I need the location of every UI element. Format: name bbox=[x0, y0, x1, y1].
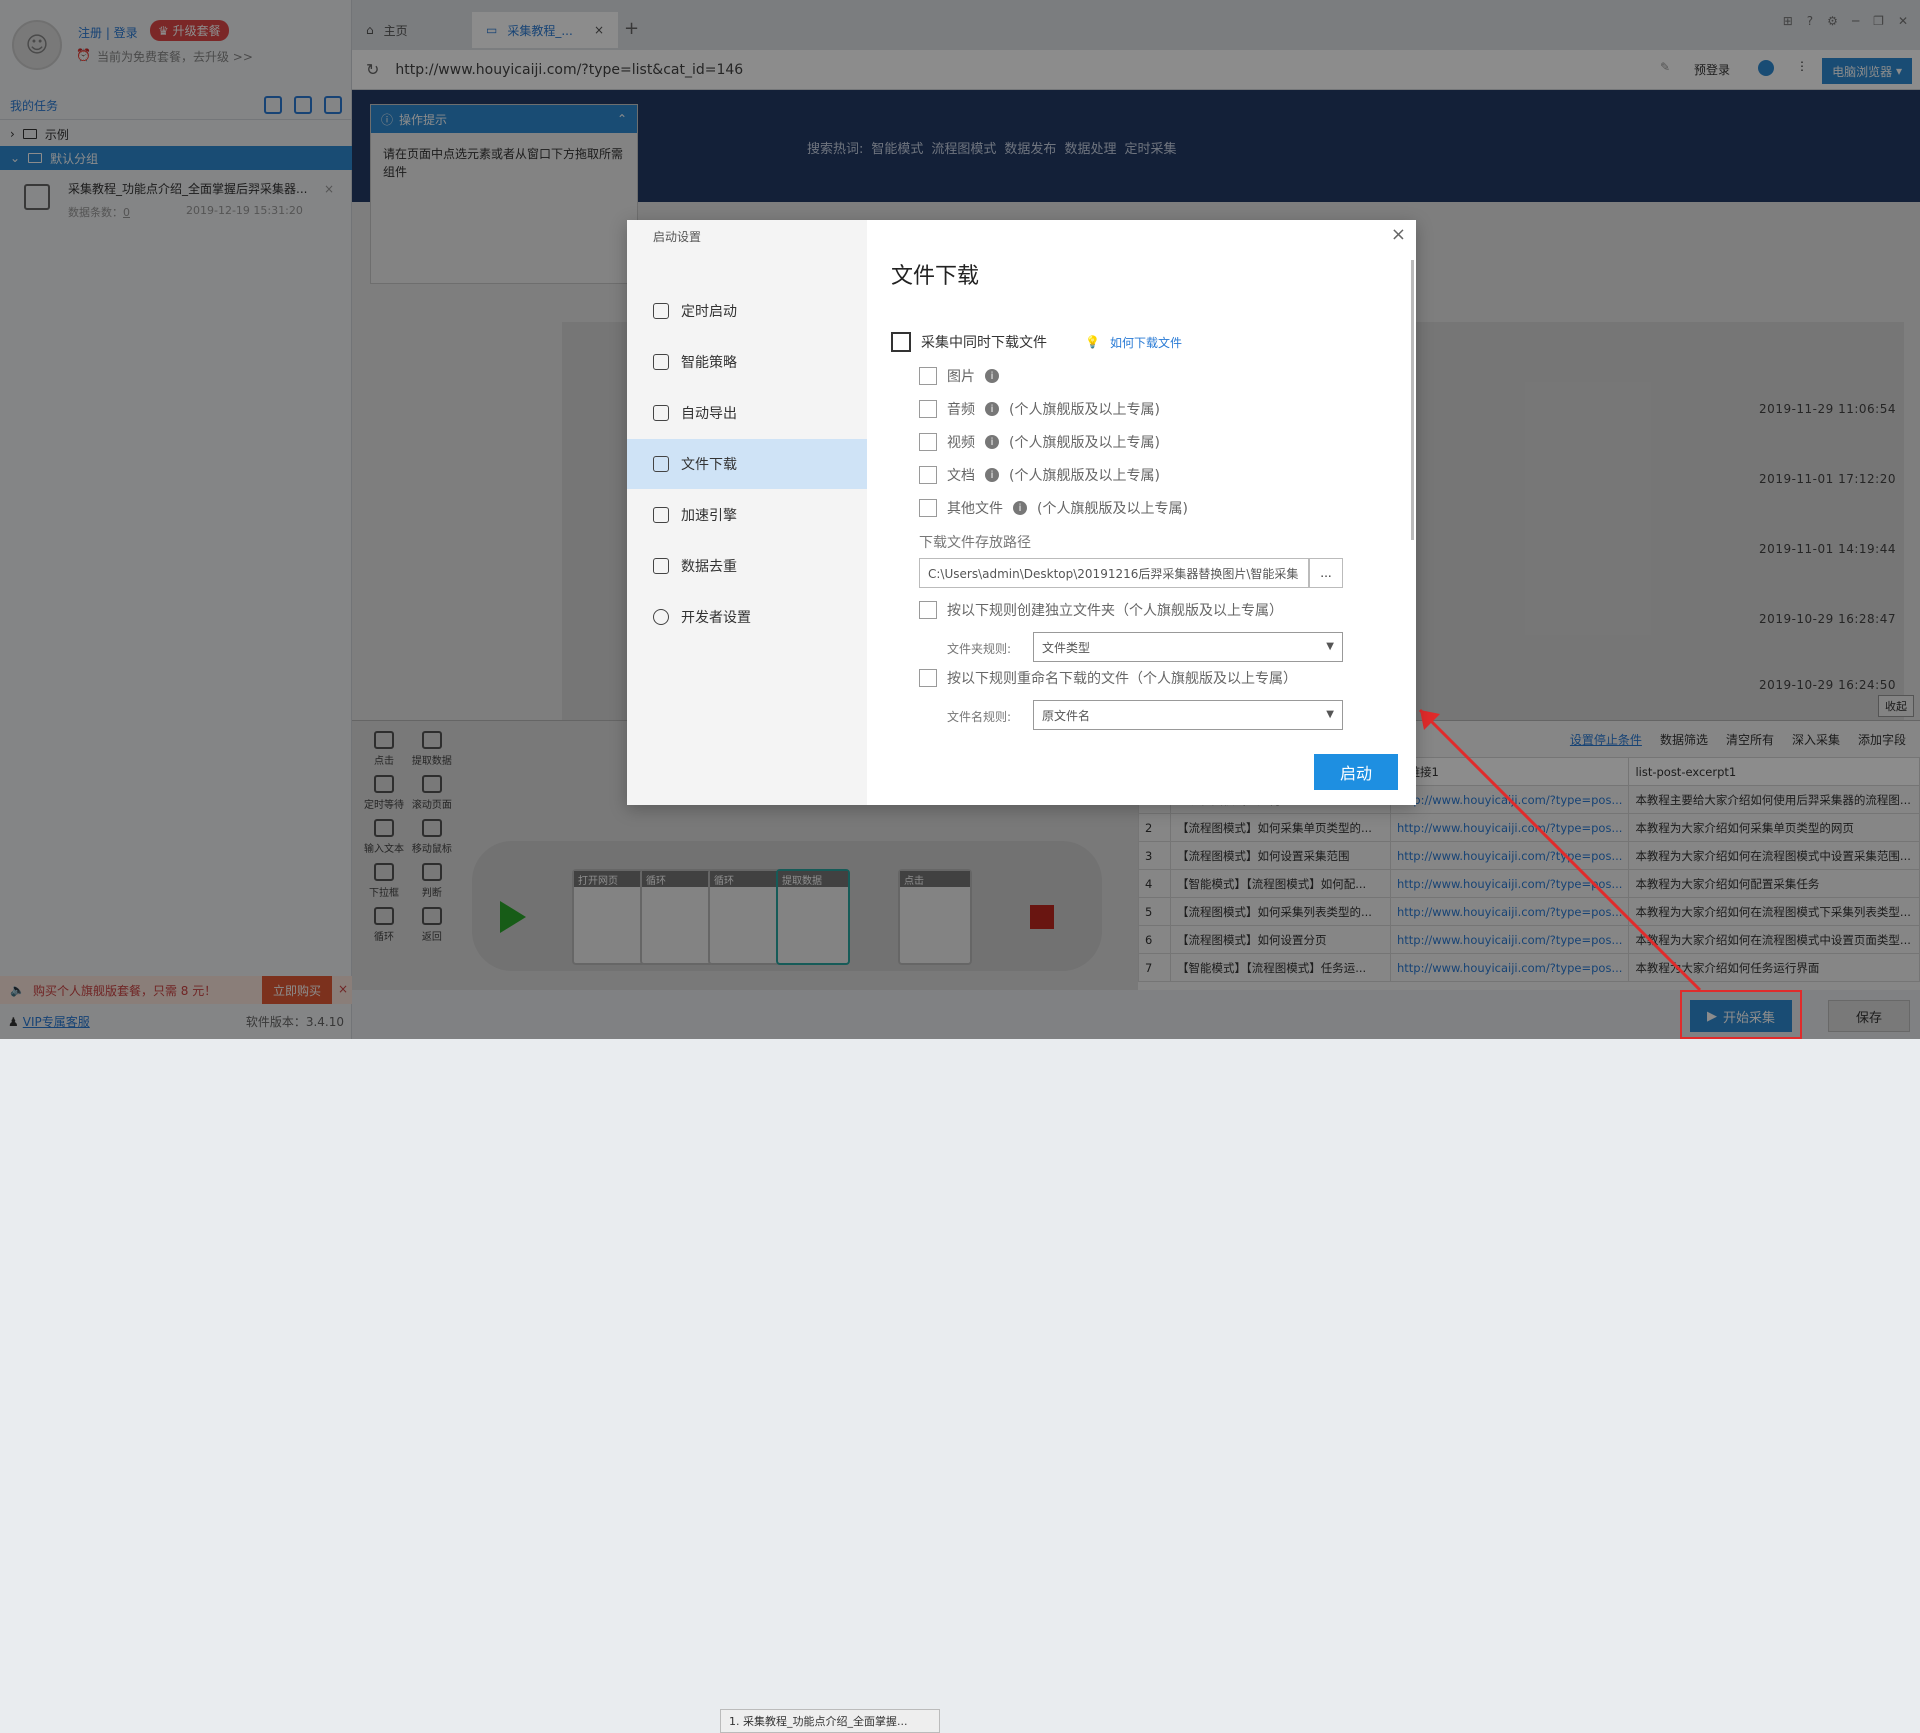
nav-smart-strategy[interactable]: 智能策略 bbox=[627, 337, 867, 387]
bulb-icon: 💡 bbox=[1085, 335, 1100, 349]
checkbox[interactable] bbox=[919, 466, 937, 484]
type-document-option[interactable]: 文档 i (个人旗舰版及以上专属) bbox=[919, 465, 1160, 485]
nav-dedupe[interactable]: 数据去重 bbox=[627, 541, 867, 591]
settings-content: × 文件下载 采集中同时下载文件 💡 如何下载文件 图片 i 音频 i (个人旗舰版及… bbox=[867, 220, 1416, 805]
strategy-icon bbox=[653, 354, 669, 370]
launch-button[interactable]: 启动 bbox=[1314, 754, 1398, 790]
checkbox[interactable] bbox=[919, 499, 937, 517]
export-icon bbox=[653, 405, 669, 421]
nav-label: 智能策略 bbox=[681, 355, 737, 371]
option-label: 视频 bbox=[947, 435, 975, 451]
folder-rule-label: 文件夹规则: bbox=[947, 642, 1012, 656]
chevron-down-icon: ▼ bbox=[1326, 709, 1334, 720]
chevron-down-icon: ▼ bbox=[1326, 641, 1334, 652]
nav-accelerate-engine[interactable]: 加速引擎 bbox=[627, 490, 867, 540]
chart-icon bbox=[653, 507, 669, 523]
checkbox[interactable] bbox=[919, 367, 937, 385]
nav-developer-settings[interactable]: 开发者设置 bbox=[627, 592, 867, 642]
filename-rule-label: 文件名规则: bbox=[947, 710, 1012, 724]
checkbox[interactable] bbox=[919, 669, 937, 687]
browse-button[interactable]: ... bbox=[1309, 558, 1343, 588]
nav-label: 加速引擎 bbox=[681, 508, 737, 524]
folder-rule-select[interactable]: 文件类型 ▼ bbox=[1033, 632, 1343, 662]
gear-icon bbox=[653, 609, 669, 625]
checkbox[interactable] bbox=[919, 400, 937, 418]
option-note: (个人旗舰版及以上专属) bbox=[1009, 435, 1160, 451]
option-label: 文档 bbox=[947, 468, 975, 484]
section-heading: 文件下载 bbox=[891, 264, 980, 289]
option-label: 按以下规则创建独立文件夹（个人旗舰版及以上专属） bbox=[947, 603, 1283, 619]
close-icon[interactable]: × bbox=[1391, 224, 1406, 245]
filename-rule-select[interactable]: 原文件名 ▼ bbox=[1033, 700, 1343, 730]
download-path-input[interactable]: C:\Users\admin\Desktop\20191216后羿采集器替换图片… bbox=[919, 558, 1309, 588]
option-label: 按以下规则重命名下载的文件（个人旗舰版及以上专属） bbox=[947, 671, 1297, 687]
clock-icon bbox=[653, 303, 669, 319]
nav-label: 自动导出 bbox=[681, 406, 737, 422]
select-value: 文件类型 bbox=[1042, 640, 1091, 655]
info-icon: i bbox=[985, 369, 999, 383]
option-label: 音频 bbox=[947, 402, 975, 418]
info-icon: i bbox=[1013, 501, 1027, 515]
annotation-arrow-icon bbox=[1418, 708, 1702, 992]
dedupe-icon bbox=[653, 558, 669, 574]
option-note: (个人旗舰版及以上专属) bbox=[1009, 402, 1160, 418]
checkbox[interactable] bbox=[919, 601, 937, 619]
info-icon: i bbox=[985, 402, 999, 416]
nav-auto-export[interactable]: 自动导出 bbox=[627, 388, 867, 438]
info-icon: i bbox=[985, 435, 999, 449]
nav-label: 数据去重 bbox=[681, 559, 737, 575]
nav-label: 定时启动 bbox=[681, 304, 737, 320]
workflow-tab[interactable]: 1. 采集教程_功能点介绍_全面掌握... bbox=[720, 1709, 940, 1733]
nav-file-download[interactable]: 文件下载 bbox=[627, 439, 867, 489]
type-other-option[interactable]: 其他文件 i (个人旗舰版及以上专属) bbox=[919, 498, 1188, 518]
type-image-option[interactable]: 图片 i bbox=[919, 366, 999, 386]
path-label: 下载文件存放路径 bbox=[919, 535, 1031, 551]
dialog-title: 启动设置 bbox=[653, 230, 702, 244]
type-video-option[interactable]: 视频 i (个人旗舰版及以上专属) bbox=[919, 432, 1160, 452]
nav-label: 开发者设置 bbox=[681, 610, 751, 626]
option-note: (个人旗舰版及以上专属) bbox=[1009, 468, 1160, 484]
option-note: (个人旗舰版及以上专属) bbox=[1037, 501, 1188, 517]
nav-scheduled-start[interactable]: 定时启动 bbox=[627, 286, 867, 336]
file-icon bbox=[653, 456, 669, 472]
option-label: 图片 bbox=[947, 369, 975, 385]
launch-settings-dialog: 启动设置 定时启动 智能策略 自动导出 文件下载 加速引擎 数据去重 开发者设置… bbox=[627, 220, 1416, 805]
folder-rule-option[interactable]: 按以下规则创建独立文件夹（个人旗舰版及以上专属） bbox=[919, 600, 1283, 620]
nav-label: 文件下载 bbox=[681, 457, 737, 473]
select-value: 原文件名 bbox=[1042, 708, 1091, 723]
how-to-download-link[interactable]: 如何下载文件 bbox=[1110, 334, 1182, 351]
checkbox[interactable] bbox=[919, 433, 937, 451]
rename-rule-option[interactable]: 按以下规则重命名下载的文件（个人旗舰版及以上专属） bbox=[919, 668, 1297, 688]
scrollbar[interactable] bbox=[1411, 260, 1414, 540]
type-audio-option[interactable]: 音频 i (个人旗舰版及以上专属) bbox=[919, 399, 1160, 419]
option-label: 其他文件 bbox=[947, 501, 1003, 517]
download-files-label: 采集中同时下载文件 bbox=[921, 335, 1047, 351]
download-files-checkbox[interactable] bbox=[891, 332, 911, 352]
info-icon: i bbox=[985, 468, 999, 482]
settings-nav: 启动设置 定时启动 智能策略 自动导出 文件下载 加速引擎 数据去重 开发者设置 bbox=[627, 220, 867, 805]
